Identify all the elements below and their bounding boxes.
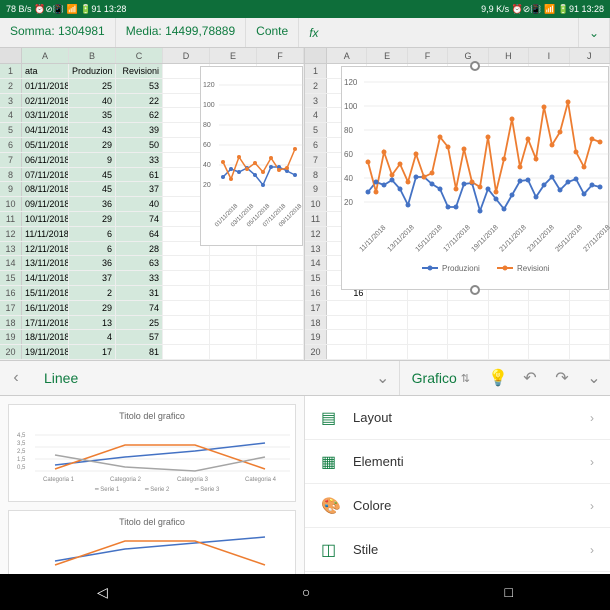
nav-back-icon[interactable]: ◁ [97, 584, 108, 601]
android-nav: ◁ ○ □ [0, 574, 610, 610]
dropdown-icon[interactable]: ⌄ [579, 18, 610, 47]
svg-text:2,5: 2,5 [17, 449, 26, 455]
more-icon[interactable]: ⌄ [578, 368, 610, 388]
sheet-left[interactable]: ABCDEF 1ataProduzionRevisioni201/11/2018… [0, 48, 305, 360]
svg-text:40: 40 [203, 162, 211, 169]
svg-text:120: 120 [203, 82, 215, 89]
svg-text:━ Serie 2: ━ Serie 2 [144, 487, 170, 493]
chart-right[interactable]: 120 100 80 60 40 20 11/11/201813/11/201815/11… [341, 66, 609, 290]
preview-chart-2[interactable]: Titolo del grafico [8, 510, 296, 574]
svg-text:4,5: 4,5 [17, 433, 26, 439]
nav-home-icon[interactable]: ○ [302, 584, 310, 600]
opt-stile[interactable]: ◫Stile› [305, 528, 610, 572]
svg-text:Produzioni: Produzioni [442, 264, 480, 273]
svg-text:60: 60 [344, 150, 353, 159]
formula-bar[interactable]: fx [299, 18, 579, 47]
svg-text:17/11/2018: 17/11/2018 [442, 224, 471, 253]
stats-bar: Somma: 1304981 Media: 14499,78889 Conte … [0, 18, 610, 48]
svg-text:0,5: 0,5 [17, 465, 26, 471]
status-bar: 78 B/s ⏰⊘📳 📶 🔋91 13:28 9,9 K/s ⏰⊘📳 📶 🔋91… [0, 0, 610, 18]
svg-text:40: 40 [344, 174, 353, 183]
redo-icon[interactable]: ↷ [546, 368, 578, 388]
back-icon[interactable]: ‹ [0, 369, 32, 387]
svg-text:120: 120 [344, 78, 358, 87]
avg-stat: Media: 14499,78889 [116, 18, 246, 47]
svg-text:Categoria 3: Categoria 3 [177, 477, 209, 483]
opt-layout[interactable]: ▤Layout› [305, 396, 610, 440]
svg-text:━ Serie 1: ━ Serie 1 [94, 487, 120, 493]
svg-text:100: 100 [203, 102, 215, 109]
preview-chart-1[interactable]: Titolo del grafico 4,53,52,51,50,5 Categ… [8, 404, 296, 502]
svg-text:15/11/2018: 15/11/2018 [414, 224, 443, 253]
svg-text:20: 20 [203, 182, 211, 189]
svg-text:Revisioni: Revisioni [517, 264, 550, 273]
svg-text:20: 20 [344, 198, 353, 207]
svg-text:80: 80 [203, 122, 211, 129]
svg-text:80: 80 [344, 126, 353, 135]
chart-left[interactable]: 12010080604020 01/11/201803/11/201805/11… [200, 66, 303, 246]
svg-text:27/11/2018: 27/11/2018 [582, 224, 610, 253]
svg-text:11/11/2018: 11/11/2018 [358, 224, 387, 253]
opt-elementi[interactable]: ▦Elementi› [305, 440, 610, 484]
undo-icon[interactable]: ↶ [514, 368, 546, 388]
svg-text:23/11/2018: 23/11/2018 [526, 224, 555, 253]
resize-handle-top[interactable] [470, 61, 480, 71]
linee-button[interactable]: Linee [32, 361, 90, 395]
svg-text:60: 60 [203, 142, 211, 149]
grafico-button[interactable]: Grafico ⇅ [399, 361, 482, 395]
svg-text:21/11/2018: 21/11/2018 [498, 224, 527, 253]
chart-options: ▤Layout›▦Elementi›🎨Colore›◫Stile› [305, 396, 610, 574]
opt-colore[interactable]: 🎨Colore› [305, 484, 610, 528]
bulb-icon[interactable]: 💡 [482, 368, 514, 388]
svg-text:1,5: 1,5 [17, 457, 26, 463]
svg-text:Categoria 2: Categoria 2 [110, 477, 142, 483]
svg-text:100: 100 [344, 102, 358, 111]
chart-preview-panel[interactable]: Titolo del grafico 4,5 3,5 2,5 1,5 0,5 Categ… [0, 396, 305, 574]
svg-text:25/11/2018: 25/11/2018 [554, 224, 583, 253]
svg-text:━ Serie 3: ━ Serie 3 [194, 487, 220, 493]
chevron-down-icon[interactable]: ⌄ [367, 368, 399, 388]
svg-text:19/11/2018: 19/11/2018 [470, 224, 499, 253]
toolbar: ‹ Linee ⌄ Grafico ⇅ 💡 ↶ ↷ ⌄ [0, 360, 610, 396]
nav-recent-icon[interactable]: □ [504, 584, 512, 600]
sum-stat: Somma: 1304981 [0, 18, 116, 47]
svg-text:3,5: 3,5 [17, 441, 26, 447]
sheet-right[interactable]: AEFGHIJ 11223344556677889910101111121213… [305, 48, 610, 360]
svg-text:Categoria 4: Categoria 4 [245, 477, 277, 483]
svg-text:Categoria 1: Categoria 1 [43, 477, 75, 483]
svg-text:13/11/2018: 13/11/2018 [386, 224, 415, 253]
resize-handle-bottom[interactable] [470, 285, 480, 295]
count-stat: Conte [246, 18, 299, 47]
